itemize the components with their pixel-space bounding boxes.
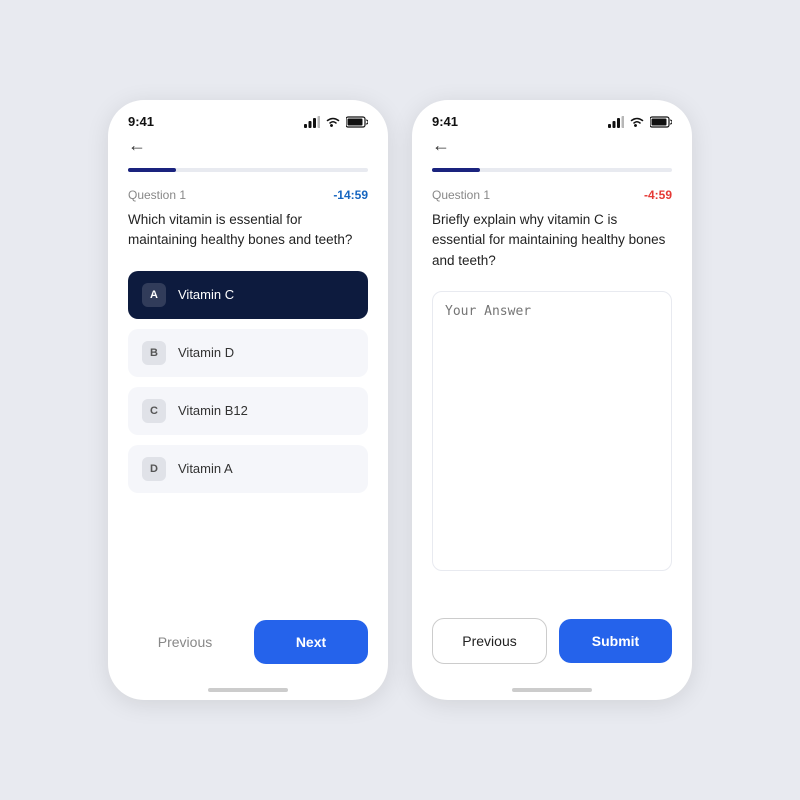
wifi-icon xyxy=(325,116,341,128)
short-answer-content: ← Question 1 -4:59 Briefly explain why v… xyxy=(412,135,692,606)
timer-1: -14:59 xyxy=(333,188,368,202)
progress-bar-1 xyxy=(128,168,368,172)
back-button-2[interactable]: ← xyxy=(432,135,672,156)
status-bar-1: 9:41 xyxy=(108,100,388,135)
signal-icon-2 xyxy=(608,116,624,128)
back-button-1[interactable]: ← xyxy=(128,135,368,156)
progress-fill-1 xyxy=(128,168,176,172)
option-c-text: Vitamin B12 xyxy=(178,403,248,418)
option-d-letter: D xyxy=(142,457,166,481)
question-meta-1: Question 1 -14:59 xyxy=(128,188,368,202)
home-indicator-1 xyxy=(208,688,288,692)
question-label-1: Question 1 xyxy=(128,188,186,202)
progress-bar-2 xyxy=(432,168,672,172)
option-d-text: Vitamin A xyxy=(178,461,233,476)
submit-button[interactable]: Submit xyxy=(559,619,672,663)
timer-2: -4:59 xyxy=(644,188,672,202)
option-a[interactable]: A Vitamin C xyxy=(128,271,368,319)
battery-icon-2 xyxy=(650,116,672,128)
option-b-text: Vitamin D xyxy=(178,345,234,360)
question-text-1: Which vitamin is essential for maintaini… xyxy=(128,210,368,251)
option-d[interactable]: D Vitamin A xyxy=(128,445,368,493)
phone-short-answer: 9:41 ← xyxy=(412,100,692,700)
previous-button-2[interactable]: Previous xyxy=(432,618,547,664)
option-b[interactable]: B Vitamin D xyxy=(128,329,368,377)
option-b-letter: B xyxy=(142,341,166,365)
wifi-icon-2 xyxy=(629,116,645,128)
time-2: 9:41 xyxy=(432,114,458,129)
time-1: 9:41 xyxy=(128,114,154,129)
home-indicator-2 xyxy=(512,688,592,692)
option-c[interactable]: C Vitamin B12 xyxy=(128,387,368,435)
question-meta-2: Question 1 -4:59 xyxy=(432,188,672,202)
question-label-2: Question 1 xyxy=(432,188,490,202)
battery-icon xyxy=(346,116,368,128)
signal-icon xyxy=(304,116,320,128)
progress-fill-2 xyxy=(432,168,480,172)
phone-mcq: 9:41 ← xyxy=(108,100,388,700)
question-text-2: Briefly explain why vitamin C is essenti… xyxy=(432,210,672,271)
next-button[interactable]: Next xyxy=(254,620,368,664)
status-icons-1 xyxy=(304,116,368,128)
footer-1: Previous Next xyxy=(108,608,388,688)
mcq-content: ← Question 1 -14:59 Which vitamin is ess… xyxy=(108,135,388,608)
status-bar-2: 9:41 xyxy=(412,100,692,135)
answer-input[interactable] xyxy=(432,291,672,571)
option-a-text: Vitamin C xyxy=(178,287,234,302)
option-c-letter: C xyxy=(142,399,166,423)
footer-2: Previous Submit xyxy=(412,606,692,688)
status-icons-2 xyxy=(608,116,672,128)
previous-button-1[interactable]: Previous xyxy=(128,620,242,664)
option-a-letter: A xyxy=(142,283,166,307)
